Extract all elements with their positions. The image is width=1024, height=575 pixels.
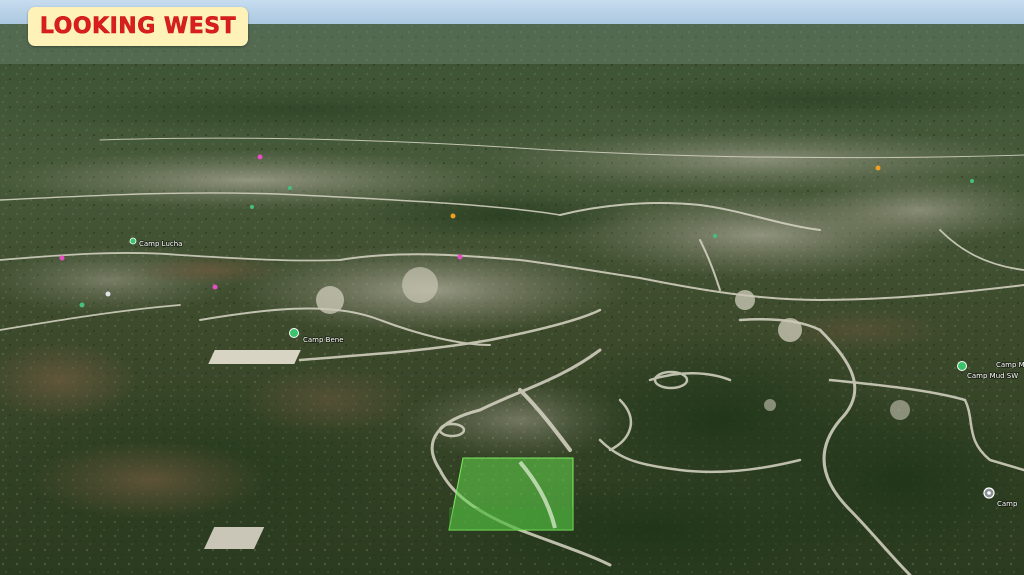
direction-banner: LOOKING WEST [28, 7, 248, 46]
svg-text:Camp Mud SW: Camp Mud SW [967, 372, 1018, 380]
poi-camp-mud-sw[interactable]: Camp Mud SW [966, 371, 1019, 381]
aerial-terrain-map[interactable]: Camp Mud Camp Mud SW Camp Bene Camp Luch… [0, 0, 1024, 575]
direction-title: LOOKING WEST [39, 14, 237, 40]
svg-text:Camp Bene: Camp Bene [303, 336, 344, 344]
svg-text:Camp Lucha: Camp Lucha [139, 240, 182, 248]
svg-text:Camp: Camp [997, 500, 1018, 508]
svg-text:Camp Mud: Camp Mud [996, 361, 1024, 369]
highlighted-parcel[interactable] [448, 457, 574, 531]
